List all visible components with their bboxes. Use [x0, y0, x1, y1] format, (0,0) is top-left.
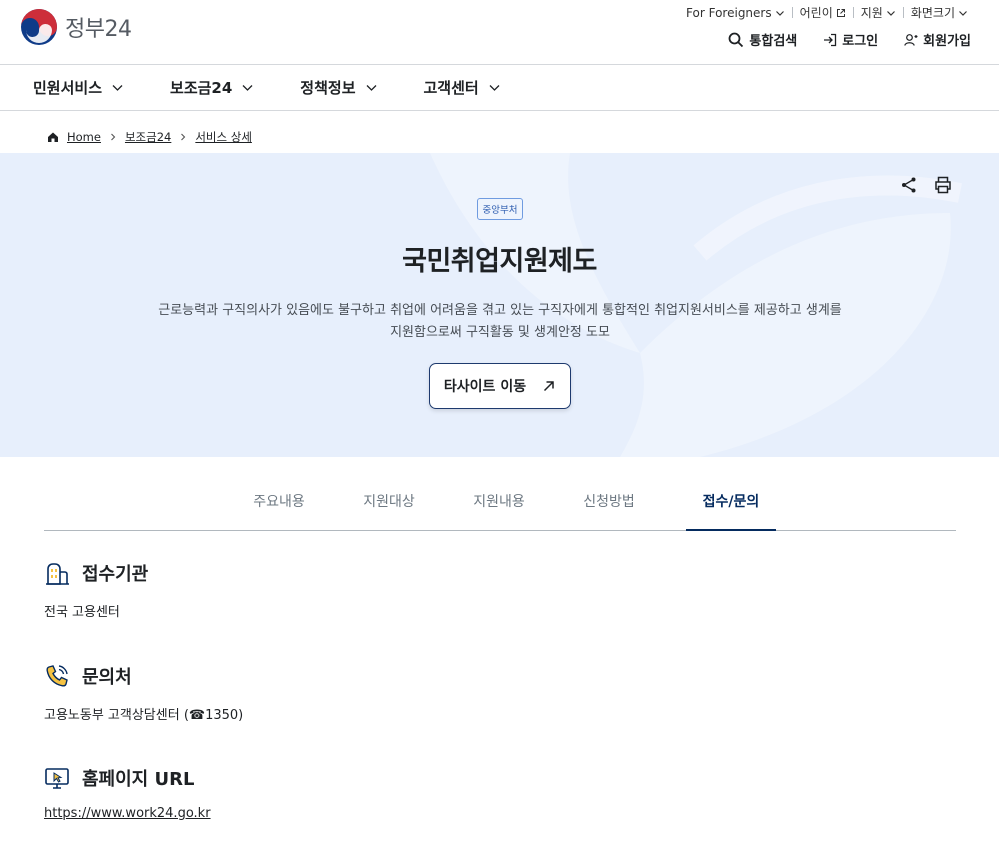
- homepage-url-link[interactable]: https://www.work24.go.kr: [44, 806, 211, 821]
- chevron-down-icon: [959, 10, 967, 16]
- nav-item-civil-services[interactable]: 민원서비스: [33, 77, 124, 98]
- chevron-right-icon: [181, 133, 186, 141]
- logo-text: 정부24: [65, 17, 132, 42]
- section-contact: 문의처 고용노동부 고객상담센터 (☎1350): [44, 663, 243, 723]
- tab-how-to-apply[interactable]: 신청방법: [554, 471, 664, 530]
- breadcrumb-subsidy24[interactable]: 보조금24: [125, 129, 171, 145]
- service-hero: 중앙부처 국민취업지원제도 근로능력과 구직의사가 있음에도 불구하고 취업에 …: [0, 153, 999, 457]
- external-link-icon: [836, 8, 845, 17]
- user-add-icon: [904, 33, 918, 46]
- screen-size-menu[interactable]: 화면크기: [904, 4, 975, 21]
- detail-tabs: 주요내용 지원대상 지원내용 신청방법 접수/문의: [44, 471, 956, 531]
- share-icon[interactable]: [899, 175, 919, 195]
- section-reception-agency: 접수기관 전국 고용센터: [44, 560, 148, 620]
- login-button[interactable]: 로그인: [823, 30, 878, 49]
- section-title: 문의처: [82, 667, 132, 688]
- tab-benefits[interactable]: 지원내용: [444, 471, 554, 530]
- site-logo[interactable]: 정부24: [20, 8, 132, 46]
- external-site-button[interactable]: 타사이트 이동: [429, 363, 571, 409]
- breadcrumb-home[interactable]: Home: [67, 130, 101, 144]
- chevron-down-icon: [242, 85, 253, 91]
- phone-icon: [46, 665, 68, 687]
- breadcrumb-service-detail[interactable]: 서비스 상세: [195, 129, 252, 145]
- section-title: 접수기관: [82, 564, 149, 585]
- login-icon: [824, 33, 837, 46]
- breadcrumb: Home 보조금24 서비스 상세: [47, 129, 252, 145]
- for-foreigners-link[interactable]: For Foreigners: [679, 6, 792, 20]
- account-menu: 통합검색 로그인 회원가입: [728, 30, 971, 49]
- chevron-down-icon: [112, 85, 123, 91]
- service-description: 근로능력과 구직의사가 있음에도 불구하고 취업에 어려움을 겪고 있는 구직자…: [158, 303, 842, 340]
- section-title: 홈페이지 URL: [82, 769, 195, 790]
- home-icon: [48, 132, 58, 142]
- search-icon: [729, 32, 744, 47]
- arrow-up-right-icon: [544, 381, 554, 392]
- nav-item-subsidy24[interactable]: 보조금24: [170, 77, 254, 98]
- nav-item-customer-center[interactable]: 고객센터: [424, 77, 501, 98]
- main-navigation: 민원서비스 보조금24 정책정보 고객센터: [0, 65, 999, 111]
- contact-value: 고용노동부 고객상담센터 (☎1350): [44, 708, 244, 723]
- tab-eligibility[interactable]: 지원대상: [334, 471, 444, 530]
- chevron-down-icon: [886, 10, 895, 16]
- tab-main-content[interactable]: 주요내용: [224, 471, 334, 530]
- section-homepage: 홈페이지 URL https://www.work24.go.kr: [44, 765, 211, 821]
- print-icon[interactable]: [933, 175, 953, 195]
- nav-item-policy-info[interactable]: 정책정보: [300, 77, 377, 98]
- tab-reception-inquiry[interactable]: 접수/문의: [686, 471, 776, 531]
- utility-menu: For Foreigners 어린이 지원 화면크기: [679, 4, 975, 21]
- chevron-down-icon: [775, 10, 784, 16]
- government-emblem-icon: [21, 9, 57, 45]
- kids-link[interactable]: 어린이: [793, 4, 853, 21]
- building-icon: [46, 563, 69, 585]
- monitor-icon: [45, 768, 69, 789]
- integrated-search-button[interactable]: 통합검색: [728, 30, 797, 49]
- department-badge: 중앙부처: [477, 198, 523, 220]
- reception-agency-value: 전국 고용센터: [44, 605, 120, 620]
- site-header: 정부24 For Foreigners 어린이 지원 화면크기 통합검색 로그인…: [0, 0, 999, 65]
- chevron-down-icon: [489, 85, 500, 91]
- support-menu[interactable]: 지원: [854, 4, 903, 21]
- chevron-down-icon: [366, 85, 376, 91]
- service-title: 국민취업지원제도: [402, 246, 597, 277]
- hero-actions: [899, 175, 953, 195]
- chevron-right-icon: [111, 133, 116, 141]
- signup-button[interactable]: 회원가입: [904, 30, 971, 49]
